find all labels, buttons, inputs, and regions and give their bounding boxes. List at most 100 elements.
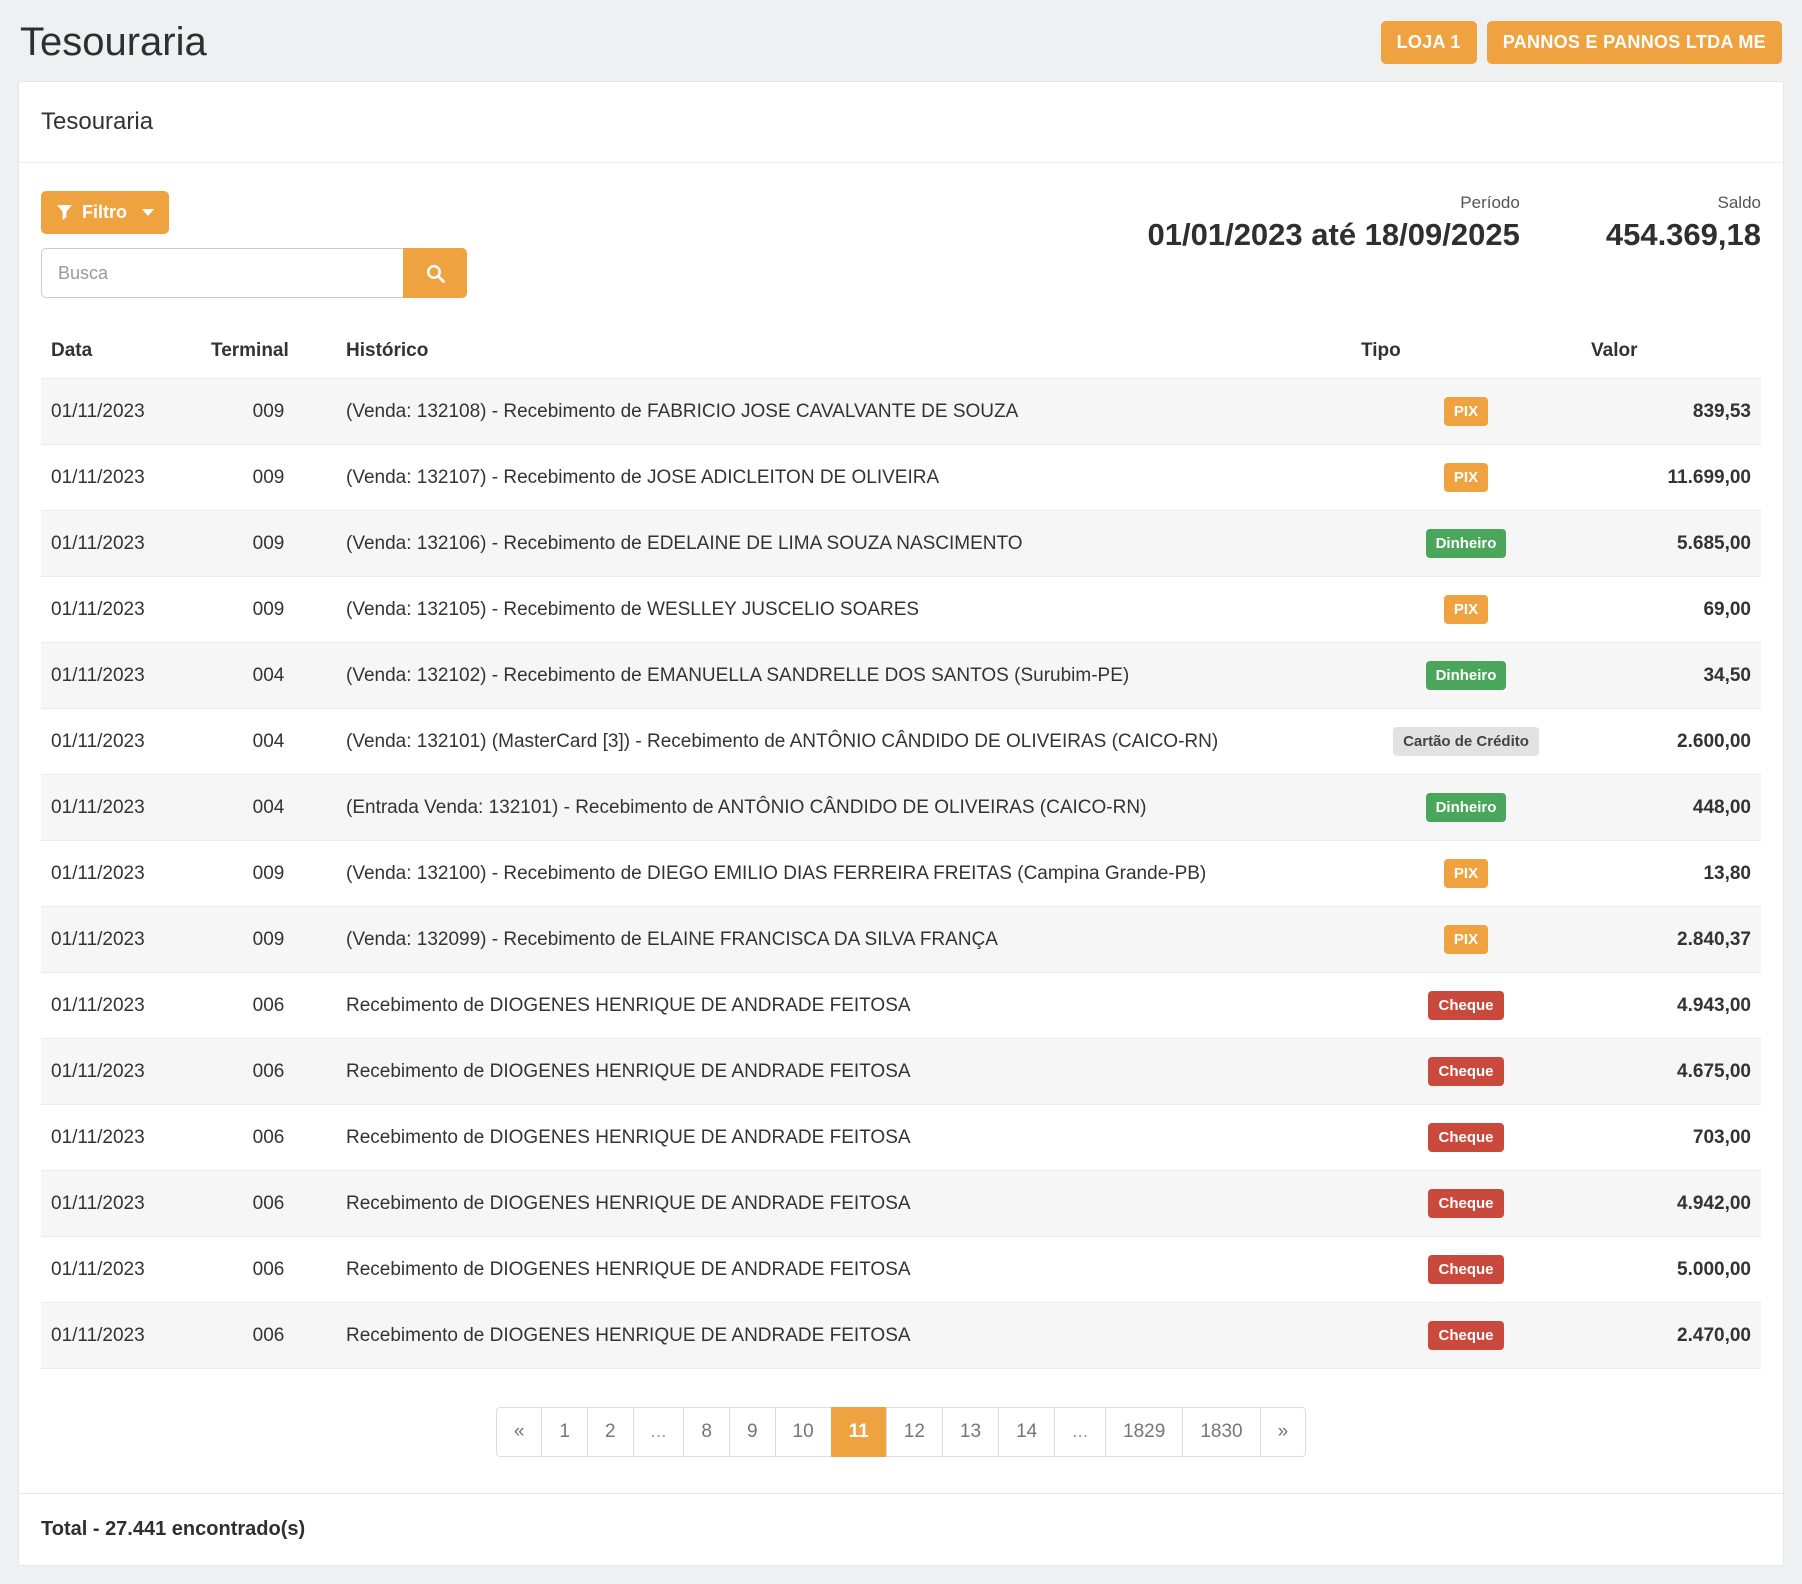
cell-historico: (Venda: 132108) - Recebimento de FABRICI… — [336, 379, 1351, 445]
search-icon — [425, 263, 446, 284]
card-title: Tesouraria — [19, 82, 1783, 163]
cell-tipo: Cheque — [1351, 1039, 1581, 1105]
tipo-badge: Dinheiro — [1426, 793, 1507, 822]
cell-tipo: PIX — [1351, 445, 1581, 511]
table-row: 01/11/2023006Recebimento de DIOGENES HEN… — [41, 1303, 1761, 1369]
cell-data: 01/11/2023 — [41, 643, 201, 709]
cell-valor: 2.600,00 — [1581, 709, 1761, 775]
pagination-page-1829[interactable]: 1829 — [1105, 1407, 1183, 1457]
pagination-page-1[interactable]: 1 — [541, 1407, 588, 1457]
card-body: Filtro — [19, 163, 1783, 1493]
tipo-badge: PIX — [1444, 859, 1488, 888]
cell-data: 01/11/2023 — [41, 709, 201, 775]
cell-data: 01/11/2023 — [41, 1171, 201, 1237]
search-input[interactable] — [41, 248, 403, 298]
saldo-value: 454.369,18 — [1606, 217, 1761, 253]
pagination-page-12[interactable]: 12 — [886, 1407, 943, 1457]
cell-valor: 13,80 — [1581, 841, 1761, 907]
cell-tipo: PIX — [1351, 841, 1581, 907]
cell-historico: (Venda: 132106) - Recebimento de EDELAIN… — [336, 511, 1351, 577]
page-header: Tesouraria LOJA 1 PANNOS E PANNOS LTDA M… — [0, 0, 1802, 81]
tipo-badge: Cartão de Crédito — [1393, 727, 1539, 756]
pagination-page-8[interactable]: 8 — [683, 1407, 730, 1457]
table-row: 01/11/2023009(Venda: 132100) - Recebimen… — [41, 841, 1761, 907]
cell-terminal: 006 — [201, 973, 336, 1039]
column-header-valor: Valor — [1581, 326, 1761, 379]
cell-terminal: 004 — [201, 643, 336, 709]
cell-valor: 448,00 — [1581, 775, 1761, 841]
header-badges: LOJA 1 PANNOS E PANNOS LTDA ME — [1381, 21, 1782, 64]
cell-terminal: 006 — [201, 1105, 336, 1171]
pagination-page-2[interactable]: 2 — [587, 1407, 634, 1457]
search-group — [41, 248, 467, 298]
cell-data: 01/11/2023 — [41, 841, 201, 907]
cell-data: 01/11/2023 — [41, 907, 201, 973]
pagination-page-14[interactable]: 14 — [998, 1407, 1055, 1457]
cell-data: 01/11/2023 — [41, 775, 201, 841]
cell-historico: Recebimento de DIOGENES HENRIQUE DE ANDR… — [336, 1039, 1351, 1105]
transactions-table: DataTerminalHistóricoTipoValor 01/11/202… — [41, 326, 1761, 1369]
table-row: 01/11/2023009(Venda: 132106) - Recebimen… — [41, 511, 1761, 577]
tipo-badge: Cheque — [1428, 1123, 1503, 1152]
tipo-badge: PIX — [1444, 397, 1488, 426]
cell-terminal: 009 — [201, 445, 336, 511]
period-label: Período — [1148, 193, 1520, 213]
cell-terminal: 009 — [201, 577, 336, 643]
cell-data: 01/11/2023 — [41, 511, 201, 577]
filter-icon — [56, 204, 73, 221]
cell-terminal: 009 — [201, 907, 336, 973]
tipo-badge: PIX — [1444, 463, 1488, 492]
column-header-data: Data — [41, 326, 201, 379]
table-row: 01/11/2023009(Venda: 132105) - Recebimen… — [41, 577, 1761, 643]
cell-historico: Recebimento de DIOGENES HENRIQUE DE ANDR… — [336, 973, 1351, 1039]
cell-data: 01/11/2023 — [41, 379, 201, 445]
cell-terminal: 006 — [201, 1237, 336, 1303]
table-row: 01/11/2023006Recebimento de DIOGENES HEN… — [41, 1237, 1761, 1303]
table-row: 01/11/2023006Recebimento de DIOGENES HEN… — [41, 973, 1761, 1039]
cell-tipo: PIX — [1351, 379, 1581, 445]
cell-data: 01/11/2023 — [41, 1237, 201, 1303]
pagination-next[interactable]: » — [1260, 1407, 1307, 1457]
cell-valor: 5.000,00 — [1581, 1237, 1761, 1303]
filter-button[interactable]: Filtro — [41, 191, 169, 234]
cell-historico: (Venda: 132105) - Recebimento de WESLLEY… — [336, 577, 1351, 643]
tipo-badge: Cheque — [1428, 991, 1503, 1020]
table-row: 01/11/2023009(Venda: 132099) - Recebimen… — [41, 907, 1761, 973]
cell-valor: 69,00 — [1581, 577, 1761, 643]
cell-historico: Recebimento de DIOGENES HENRIQUE DE ANDR… — [336, 1303, 1351, 1369]
cell-terminal: 009 — [201, 379, 336, 445]
table-row: 01/11/2023006Recebimento de DIOGENES HEN… — [41, 1105, 1761, 1171]
cell-data: 01/11/2023 — [41, 1303, 201, 1369]
pagination-prev[interactable]: « — [496, 1407, 543, 1457]
store-badge-button[interactable]: LOJA 1 — [1381, 21, 1477, 64]
cell-historico: Recebimento de DIOGENES HENRIQUE DE ANDR… — [336, 1237, 1351, 1303]
cell-valor: 34,50 — [1581, 643, 1761, 709]
pagination-page-9[interactable]: 9 — [729, 1407, 776, 1457]
cell-historico: (Venda: 132107) - Recebimento de JOSE AD… — [336, 445, 1351, 511]
cell-historico: (Venda: 132100) - Recebimento de DIEGO E… — [336, 841, 1351, 907]
cell-tipo: Dinheiro — [1351, 643, 1581, 709]
company-badge-button[interactable]: PANNOS E PANNOS LTDA ME — [1487, 21, 1782, 64]
column-header-historico: Histórico — [336, 326, 1351, 379]
table-row: 01/11/2023004(Venda: 132101) (MasterCard… — [41, 709, 1761, 775]
cell-tipo: PIX — [1351, 907, 1581, 973]
cell-valor: 2.840,37 — [1581, 907, 1761, 973]
pagination-page-11[interactable]: 11 — [831, 1407, 887, 1457]
cell-tipo: Cheque — [1351, 1237, 1581, 1303]
cell-valor: 839,53 — [1581, 379, 1761, 445]
cell-terminal: 006 — [201, 1303, 336, 1369]
cell-terminal: 006 — [201, 1171, 336, 1237]
pagination-page-13[interactable]: 13 — [942, 1407, 999, 1457]
pagination: «12...891011121314...18291830» — [41, 1407, 1761, 1457]
filter-button-label: Filtro — [82, 202, 127, 223]
cell-terminal: 009 — [201, 841, 336, 907]
search-button[interactable] — [403, 248, 467, 298]
cell-historico: (Venda: 132099) - Recebimento de ELAINE … — [336, 907, 1351, 973]
column-header-tipo: Tipo — [1351, 326, 1581, 379]
pagination-page-10[interactable]: 10 — [775, 1407, 832, 1457]
cell-valor: 4.943,00 — [1581, 973, 1761, 1039]
tesouraria-card: Tesouraria Filtro — [18, 81, 1784, 1566]
pagination-page-1830[interactable]: 1830 — [1182, 1407, 1260, 1457]
tipo-badge: Cheque — [1428, 1321, 1503, 1350]
cell-tipo: Dinheiro — [1351, 511, 1581, 577]
